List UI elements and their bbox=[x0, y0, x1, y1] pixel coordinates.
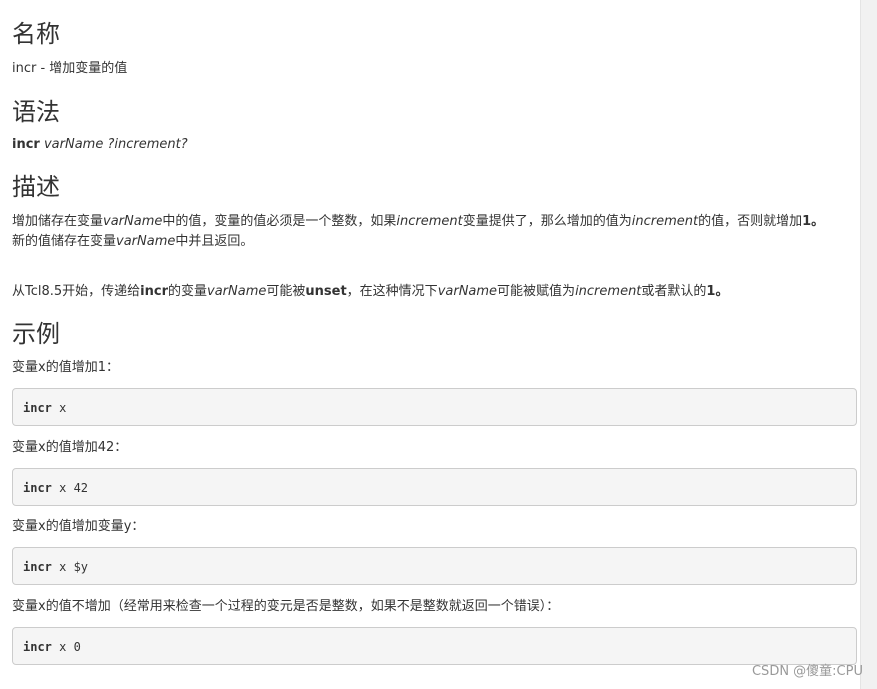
examples-heading: 示例 bbox=[12, 320, 60, 348]
text: 变量提供了，那么增加的值为 bbox=[462, 214, 632, 229]
varname-term: varName bbox=[437, 284, 498, 299]
text: ，在这种情况下 bbox=[346, 284, 438, 299]
text: 中并且返回。 bbox=[175, 234, 254, 249]
scrollbar[interactable] bbox=[860, 0, 877, 689]
syntax-heading: 语法 bbox=[12, 98, 60, 126]
code-block: incr x 42 bbox=[12, 468, 857, 506]
code-block: incr x 0 bbox=[12, 627, 857, 665]
example-caption: 变量x的值不增加（经常用来检查一个过程的变元是否是整数，如果不是整数就返回一个错… bbox=[12, 599, 560, 614]
text: 新的值储存在变量 bbox=[12, 234, 117, 249]
code-block: incr x bbox=[12, 388, 857, 426]
increment-term: increment bbox=[575, 284, 642, 299]
example-caption: 变量x的值增加1： bbox=[12, 360, 119, 375]
text: 中的值，变量的值必须是一个整数，如果 bbox=[162, 214, 397, 229]
text: 的变量 bbox=[168, 284, 208, 299]
syntax-cmd: incr bbox=[12, 137, 40, 152]
example-caption: 变量x的值增加变量y： bbox=[12, 519, 145, 534]
name-heading: 名称 bbox=[12, 20, 60, 48]
code-cmd: incr bbox=[23, 640, 52, 654]
watermark: CSDN @傻童:CPU bbox=[751, 664, 863, 679]
code-args: x 0 bbox=[51, 640, 81, 654]
varname-term: varName bbox=[103, 214, 163, 229]
varname-term: varName bbox=[207, 284, 267, 299]
code-args: x 42 bbox=[51, 481, 89, 495]
syntax-arg-increment: ?increment? bbox=[107, 137, 188, 152]
syntax-line: incr varName ?increment? bbox=[12, 135, 859, 155]
varname-term: varName bbox=[116, 234, 176, 249]
text: 从Tcl8.5开始，传递给 bbox=[12, 284, 141, 299]
code-args: x $y bbox=[51, 560, 89, 574]
code-block: incr x $y bbox=[12, 547, 857, 585]
default-one: 1。 bbox=[706, 284, 729, 299]
text: 增加储存在变量 bbox=[12, 214, 104, 229]
syntax-arg-varname: varName bbox=[43, 137, 104, 152]
text: 可能被 bbox=[266, 284, 306, 299]
description-paragraph-2: 从Tcl8.5开始，传递给incr的变量varName可能被unset，在这种情… bbox=[12, 282, 859, 302]
increment-term: increment bbox=[396, 214, 463, 229]
unset-term: unset bbox=[305, 284, 347, 299]
text: 的值，否则就增加 bbox=[698, 214, 803, 229]
text: 或者默认的 bbox=[641, 284, 707, 299]
code-cmd: incr bbox=[23, 560, 52, 574]
code-cmd: incr bbox=[23, 401, 52, 415]
code-cmd: incr bbox=[23, 481, 52, 495]
increment-term: increment bbox=[631, 214, 699, 229]
incr-term: incr bbox=[140, 284, 168, 299]
name-text: incr - 增加变量的值 bbox=[12, 61, 128, 76]
example-caption: 变量x的值增加42： bbox=[12, 440, 128, 455]
description-paragraph-1: 增加储存在变量varName中的值，变量的值必须是一个整数，如果incremen… bbox=[12, 212, 859, 252]
default-one: 1。 bbox=[802, 214, 825, 229]
code-args: x bbox=[51, 401, 67, 415]
text: 可能被赋值为 bbox=[497, 284, 576, 299]
description-heading: 描述 bbox=[12, 173, 60, 201]
